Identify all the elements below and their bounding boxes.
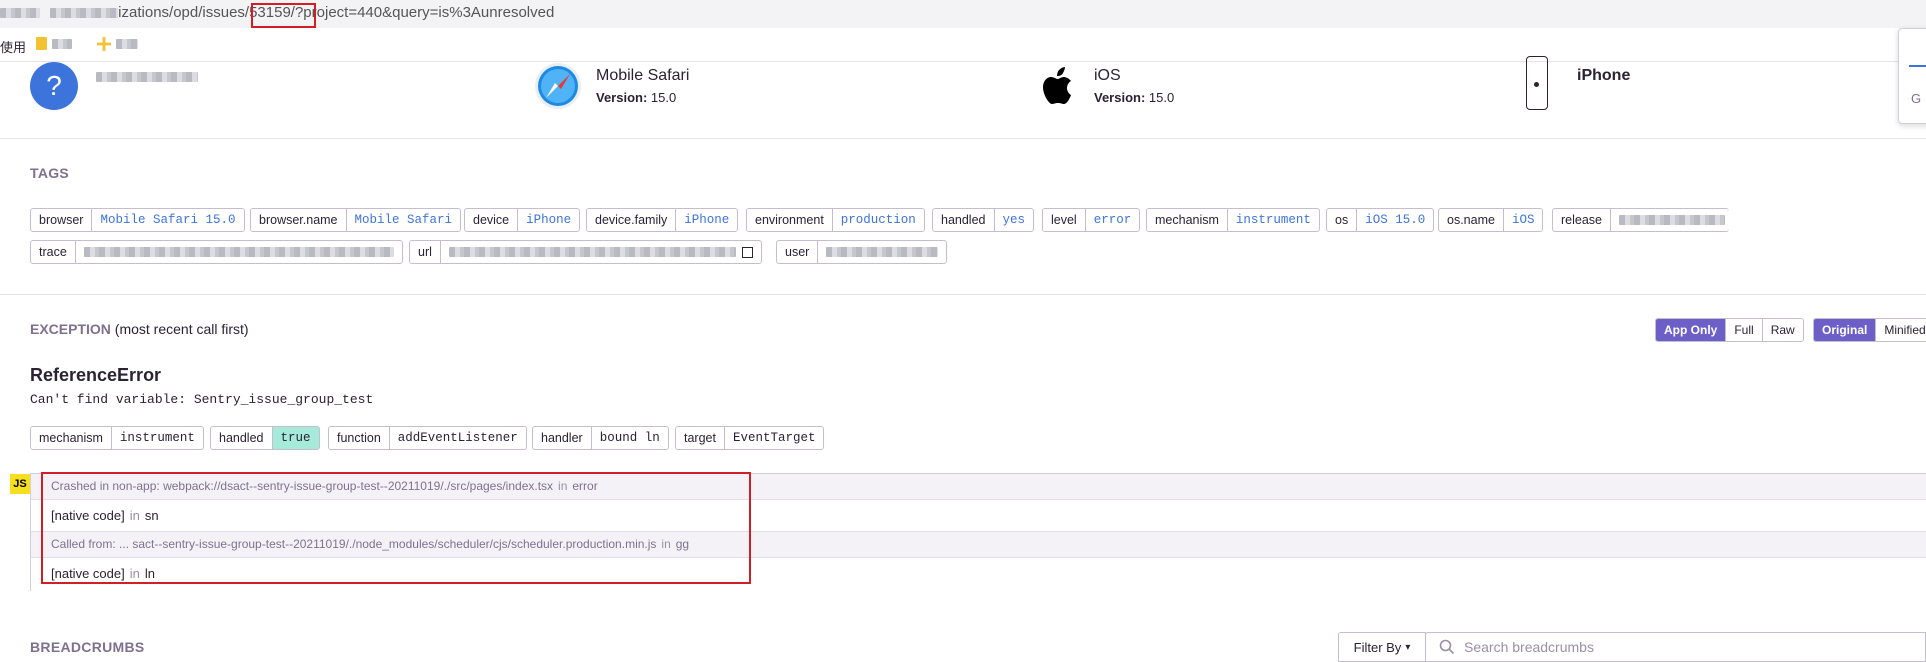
full-button[interactable]: Full: [1726, 319, 1763, 341]
tag-trace[interactable]: trace: [30, 240, 403, 264]
user-value-blurred: [826, 246, 939, 257]
os-version: 15.0: [1148, 90, 1175, 105]
tags-heading: TAGS: [30, 165, 70, 181]
url-blurred-org: [50, 8, 119, 19]
folder-icon: [36, 37, 47, 50]
frame-filter-toggle[interactable]: App Only Full Raw: [1655, 318, 1804, 342]
tag-handled[interactable]: handled yes: [932, 208, 1035, 232]
trace-value-blurred: [83, 246, 394, 257]
url-query: ?project=440&query=is%3Aunresolved: [294, 4, 555, 21]
external-link-icon[interactable]: [742, 246, 753, 258]
phone-icon: [1526, 56, 1548, 110]
bookmark-icon: [97, 37, 111, 51]
tag-level[interactable]: level error: [1042, 208, 1141, 232]
breadcrumbs-heading: BREADCRUMBS: [30, 639, 145, 655]
tag-device-family[interactable]: device.family iPhone: [586, 208, 739, 232]
browser-name: Mobile Safari: [596, 67, 690, 84]
tag-release[interactable]: release: [1552, 208, 1729, 232]
address-bar[interactable]: izations/opd/issues/53159/?project=440&q…: [0, 0, 1926, 28]
breadcrumb-search-input[interactable]: Search breadcrumbs: [1425, 632, 1926, 662]
bookmarks-bar: 使用: [0, 28, 1926, 62]
source-toggle[interactable]: Original Minified: [1813, 318, 1926, 342]
url-path: izations/opd/issues: [118, 4, 245, 21]
tag-browser-name[interactable]: browser.name Mobile Safari: [250, 208, 462, 232]
handler-pill[interactable]: handler bound ln: [532, 426, 669, 450]
context-browser: Mobile Safari Version: 15.0: [534, 62, 689, 110]
filter-by-dropdown[interactable]: Filter By ▾: [1338, 632, 1426, 662]
bookmark-folder-2[interactable]: [97, 37, 138, 51]
app-only-button[interactable]: App Only: [1656, 319, 1727, 341]
release-value-blurred: [1619, 214, 1725, 225]
error-type: ReferenceError: [30, 365, 162, 385]
tag-environment[interactable]: environment production: [746, 208, 925, 232]
side-popover-letter: G: [1911, 91, 1922, 106]
filter-by-label: Filter By: [1353, 639, 1402, 655]
issue-id-highlight: [251, 3, 316, 28]
tag-device[interactable]: device iPhone: [464, 208, 581, 232]
bookmark-label[interactable]: 使用: [0, 37, 26, 56]
stack-highlight: [41, 472, 751, 584]
device-name: iPhone: [1577, 67, 1631, 84]
side-popover[interactable]: G: [1898, 28, 1926, 124]
chevron-down-icon: ▾: [1405, 641, 1411, 653]
user-name-blurred: [96, 72, 198, 82]
divider: [0, 138, 1926, 139]
tag-url[interactable]: url: [409, 240, 762, 264]
javascript-icon: JS: [10, 474, 30, 494]
minified-button[interactable]: Minified: [1876, 319, 1926, 341]
user-avatar-icon: ?: [30, 62, 78, 110]
context-user: ?: [30, 62, 198, 110]
context-device: iPhone: [1526, 56, 1630, 110]
tag-browser[interactable]: browser Mobile Safari 15.0: [30, 208, 245, 232]
mechanism-pill[interactable]: mechanism instrument: [30, 426, 204, 450]
apple-icon: [1043, 67, 1071, 104]
error-message: Can't find variable: Sentry_issue_group_…: [30, 392, 374, 407]
search-placeholder: Search breadcrumbs: [1464, 639, 1594, 655]
url-value-blurred: [448, 247, 737, 257]
exception-heading-row: EXCEPTION (most recent call first): [30, 321, 249, 337]
safari-icon: [535, 63, 581, 109]
browser-version: 15.0: [650, 90, 677, 105]
exception-heading: EXCEPTION: [30, 321, 111, 337]
tag-mechanism[interactable]: mechanism instrument: [1146, 208, 1320, 232]
function-pill[interactable]: function addEventListener: [328, 426, 527, 450]
tag-os[interactable]: os iOS 15.0: [1326, 208, 1435, 232]
original-button[interactable]: Original: [1814, 319, 1877, 341]
target-pill[interactable]: target EventTarget: [675, 426, 825, 450]
exception-heading-note: (most recent call first): [114, 321, 249, 337]
url-blurred-prefix: [0, 8, 40, 19]
context-os: iOS Version: 15.0: [1036, 62, 1174, 110]
search-icon: [1439, 639, 1455, 655]
divider: [0, 294, 1926, 295]
tag-os-name[interactable]: os.name iOS: [1438, 208, 1544, 232]
bookmark-folder-1[interactable]: [36, 37, 72, 50]
os-name: iOS: [1094, 67, 1121, 84]
tag-user[interactable]: user: [776, 240, 948, 264]
raw-button[interactable]: Raw: [1762, 319, 1803, 341]
handled-pill[interactable]: handled true: [210, 426, 320, 450]
